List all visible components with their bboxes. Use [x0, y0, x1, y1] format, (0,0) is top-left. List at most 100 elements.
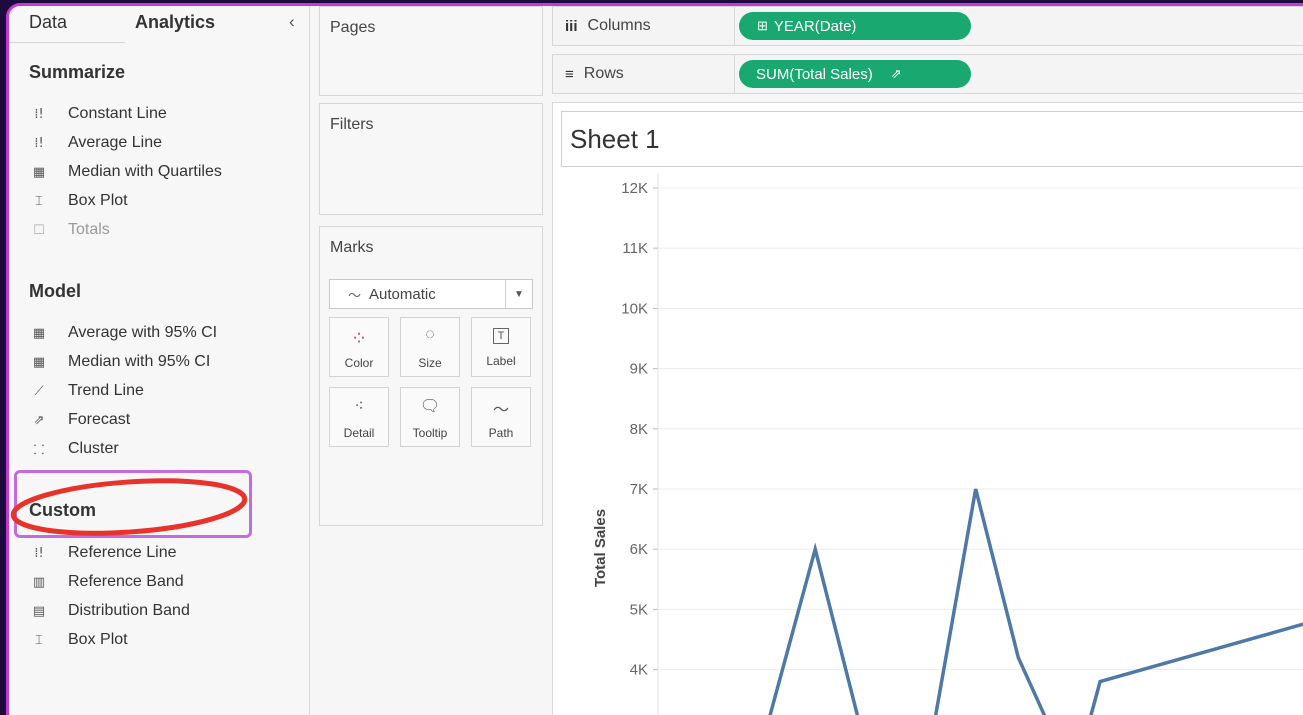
- pages-label: Pages: [330, 19, 376, 36]
- mark-button-label: Label: [486, 354, 516, 368]
- filters-shelf[interactable]: Filters: [319, 103, 543, 215]
- tooltip-icon: 🗨: [419, 398, 441, 415]
- automatic-mark-icon: 〜: [348, 287, 362, 303]
- columns-shelf[interactable]: iii Columns ⊞ YEAR(Date): [552, 6, 1303, 46]
- summarize-item[interactable]: ⁞! Constant Line: [29, 103, 166, 125]
- model-item-label: Average with 95% CI: [68, 324, 218, 341]
- y-tick-label: 7K: [630, 481, 648, 498]
- trend-line-icon: ⟋: [34, 383, 44, 399]
- summarize-item[interactable]: ⌶ Box Plot: [29, 190, 128, 212]
- collapse-pane-icon[interactable]: ‹: [289, 12, 295, 32]
- rows-icon: ≡: [565, 65, 574, 83]
- sum-total-sales-pill[interactable]: SUM(Total Sales) ⇗: [739, 60, 971, 88]
- model-item[interactable]: ⇗ Forecast: [29, 409, 131, 431]
- mark-button-label: Color: [344, 356, 374, 370]
- summarize-item-label: Average Line: [68, 134, 162, 151]
- median-quartiles-icon: ▦: [32, 164, 46, 180]
- mark-type-value: Automatic: [369, 285, 436, 303]
- mark-button-path[interactable]: 〜 Path: [471, 387, 531, 447]
- worksheet-view: Sheet 1 12K 11K 10K 9K 8K 7K 6K 5K 4K Total Sales: [552, 102, 1303, 715]
- y-tick-label: 8K: [630, 421, 648, 438]
- model-item-label: Median with 95% CI: [68, 353, 211, 370]
- series-line[interactable]: [766, 488, 1303, 715]
- shelf-separator: [734, 7, 735, 45]
- year-date-pill-label: YEAR(Date): [773, 17, 857, 35]
- average-ci-icon: ▦: [32, 325, 46, 341]
- summarize-item-label: Totals: [68, 221, 110, 238]
- path-icon: 〜: [492, 402, 509, 419]
- custom-item[interactable]: ▥ Reference Band: [29, 571, 184, 593]
- chevron-down-icon[interactable]: ▼: [505, 280, 532, 308]
- line-chart[interactable]: 12K 11K 10K 9K 8K 7K 6K 5K 4K Total Sales: [553, 103, 1303, 715]
- median-ci-icon: ▦: [32, 354, 46, 370]
- y-axis-label: Total Sales: [592, 509, 609, 587]
- y-tick-label: 5K: [630, 601, 648, 618]
- y-tick-label: 9K: [630, 361, 648, 378]
- tab-divider: [9, 42, 125, 43]
- section-title-model: Model: [29, 281, 81, 301]
- mark-button-size[interactable]: ◌ Size: [400, 317, 460, 377]
- sum-total-sales-pill-label: SUM(Total Sales): [756, 65, 873, 83]
- custom-item[interactable]: ⁞! Reference Line: [29, 542, 177, 564]
- forecast-icon: ⇗: [33, 412, 45, 428]
- y-tick-label: 10K: [621, 300, 648, 317]
- tableau-window: Data Analytics ‹ Summarize ⁞! Constant Li…: [6, 3, 1303, 715]
- mark-button-label[interactable]: T Label: [471, 317, 531, 377]
- rows-label: Rows: [583, 65, 624, 82]
- model-item[interactable]: ▦ Median with 95% CI: [29, 351, 210, 373]
- custom-item-label: Distribution Band: [68, 602, 190, 619]
- mark-button-label: Size: [418, 356, 442, 370]
- columns-icon: iii: [565, 17, 578, 35]
- tab-analytics[interactable]: Analytics: [135, 12, 215, 33]
- summarize-item-label: Box Plot: [68, 192, 128, 209]
- summarize-item[interactable]: ⁞! Average Line: [29, 132, 162, 154]
- summarize-item[interactable]: ☐ Totals: [29, 219, 110, 241]
- marks-card: Marks 〜 Automatic ▼ ⁘ Color ◌ Size T Label ⁖ De…: [319, 226, 543, 526]
- size-icon: ◌: [425, 326, 435, 343]
- shelf-separator: [734, 55, 735, 93]
- label-icon: T: [493, 328, 509, 344]
- y-tick-label: 6K: [630, 541, 648, 558]
- model-item-label: Forecast: [68, 411, 131, 428]
- reference-band-icon: ▥: [32, 574, 46, 590]
- mark-type-select[interactable]: 〜 Automatic ▼: [329, 279, 533, 309]
- custom-item-label: Reference Band: [68, 573, 184, 590]
- mark-button-detail[interactable]: ⁖ Detail: [329, 387, 389, 447]
- y-tick-label: 4K: [630, 662, 648, 679]
- box-plot-icon: ⌶: [35, 632, 43, 648]
- pages-shelf[interactable]: Pages: [319, 6, 543, 96]
- cluster-icon: ⸬: [33, 443, 45, 458]
- model-item-label: Cluster: [68, 440, 119, 457]
- rows-shelf[interactable]: ≡ Rows SUM(Total Sales) ⇗: [552, 54, 1303, 94]
- model-item[interactable]: ⟋ Trend Line: [29, 380, 143, 402]
- filters-label: Filters: [330, 116, 374, 133]
- mark-button-label: Tooltip: [412, 426, 448, 440]
- y-tick-label: 12K: [621, 180, 648, 197]
- mark-button-label: Detail: [343, 426, 375, 440]
- marks-label: Marks: [330, 239, 374, 256]
- custom-item[interactable]: ⌶ Box Plot: [29, 629, 128, 651]
- model-item[interactable]: ▦ Average with 95% CI: [29, 322, 217, 344]
- section-title-custom: Custom: [29, 500, 96, 520]
- analytics-pane: Data Analytics ‹ Summarize ⁞! Constant Li…: [9, 6, 310, 715]
- columns-label: Columns: [587, 17, 651, 34]
- mark-button-color[interactable]: ⁘ Color: [329, 317, 389, 377]
- reference-line-icon: ⁞!: [34, 545, 44, 561]
- custom-item-label: Reference Line: [68, 544, 177, 561]
- color-icon: ⁘: [350, 328, 368, 350]
- forecast-icon: ⇗: [890, 66, 902, 81]
- mark-button-label: Path: [488, 426, 514, 440]
- totals-icon: ☐: [33, 222, 45, 238]
- constant-line-icon: ⁞!: [34, 106, 44, 122]
- detail-icon: ⁖: [354, 398, 364, 415]
- custom-item[interactable]: ▤ Distribution Band: [29, 600, 190, 622]
- average-line-icon: ⁞!: [34, 135, 44, 151]
- summarize-item-label: Median with Quartiles: [68, 163, 222, 180]
- tab-data[interactable]: Data: [29, 12, 67, 33]
- y-tick-label: 11K: [622, 240, 648, 257]
- mark-button-tooltip[interactable]: 🗨 Tooltip: [400, 387, 460, 447]
- section-title-summarize: Summarize: [29, 62, 126, 82]
- model-item[interactable]: ⸬ Cluster: [29, 438, 119, 460]
- year-date-pill[interactable]: ⊞ YEAR(Date): [739, 12, 971, 40]
- summarize-item[interactable]: ▦ Median with Quartiles: [29, 161, 222, 183]
